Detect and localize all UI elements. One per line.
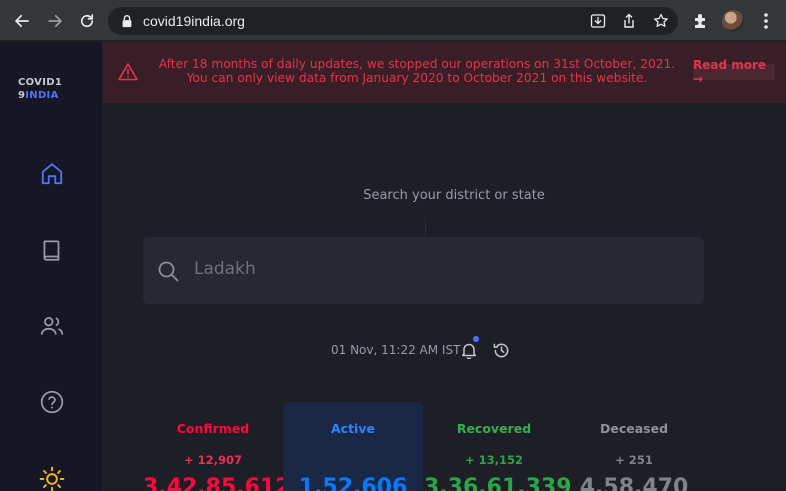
stat-title: Deceased (599, 421, 669, 436)
bell-icon[interactable] (460, 341, 478, 359)
stat-total: 3,36,61,339 (424, 475, 572, 491)
help-circle-icon (40, 390, 64, 414)
profile-avatar[interactable] (722, 10, 744, 32)
history-icon[interactable] (492, 341, 511, 360)
sidebar-item-faq[interactable] (39, 389, 65, 415)
stat-total: 4,58,470 (579, 475, 689, 491)
search-icon (158, 261, 179, 282)
stat-delta: + 12,907 (183, 453, 243, 467)
divider (425, 218, 426, 238)
notification-dot (473, 336, 479, 342)
book-icon (43, 240, 60, 261)
sun-icon (39, 466, 65, 491)
search-label: Search your district or state (363, 188, 545, 203)
browser-toolbar: covid19india.org (0, 0, 786, 41)
banner-message: After 18 months of daily updates, we sto… (158, 57, 676, 85)
arrow-left-icon (15, 14, 29, 28)
stat-title: Confirmed (176, 421, 250, 436)
reload-button[interactable] (76, 10, 98, 32)
main-content: Search your district or state Ladakh 01 … (104, 103, 786, 491)
back-button[interactable] (11, 10, 33, 32)
logo-india: INDIA (25, 90, 59, 101)
sidebar: COVID1 9INDIA (0, 42, 103, 491)
site-logo[interactable]: COVID1 9INDIA (18, 76, 86, 102)
warning-icon (118, 63, 138, 81)
stat-delta: + 251 (615, 453, 653, 467)
discontinued-banner: After 18 months of daily updates, we sto… (103, 42, 786, 103)
forward-button[interactable] (44, 10, 66, 32)
url-text: covid19india.org (143, 13, 245, 29)
share-icon[interactable] (621, 13, 637, 29)
puzzle-icon[interactable] (692, 12, 710, 30)
users-icon (40, 317, 64, 335)
stat-title: Active (331, 421, 375, 436)
read-more-link[interactable]: Read more → (693, 58, 775, 86)
logo-line2: 9INDIA (18, 89, 86, 102)
sidebar-item-home[interactable] (39, 161, 65, 187)
search-value: Ladakh (194, 259, 256, 279)
address-bar[interactable]: covid19india.org (108, 7, 678, 35)
lock-icon (122, 15, 132, 28)
stat-recovered[interactable]: Recovered + 13,152 3,36,61,339 (424, 402, 572, 491)
sidebar-item-volunteers[interactable] (39, 313, 65, 339)
logo-line1: COVID1 (18, 77, 63, 88)
home-icon (41, 163, 63, 185)
search-input[interactable]: Ladakh (143, 237, 704, 304)
stat-active[interactable]: Active 1,52,606 (283, 402, 423, 491)
arrow-right-icon (48, 14, 62, 28)
stat-total: 3,42,85,612 (143, 475, 291, 491)
stat-title: Recovered (456, 421, 532, 436)
last-updated-timestamp: 01 Nov, 11:22 AM IST (331, 343, 461, 357)
more-vert-icon[interactable] (758, 11, 774, 31)
sidebar-item-blog[interactable] (39, 237, 65, 263)
stat-deceased[interactable]: Deceased + 251 4,58,470 (564, 402, 704, 491)
install-icon[interactable] (590, 13, 606, 29)
stat-delta: + 13,152 (464, 453, 524, 467)
reload-icon (80, 14, 94, 28)
bookmark-star-icon[interactable] (653, 13, 669, 29)
theme-toggle[interactable] (39, 466, 65, 491)
stat-total: 1,52,606 (298, 475, 408, 491)
stat-confirmed[interactable]: Confirmed + 12,907 3,42,85,612 (143, 402, 291, 491)
